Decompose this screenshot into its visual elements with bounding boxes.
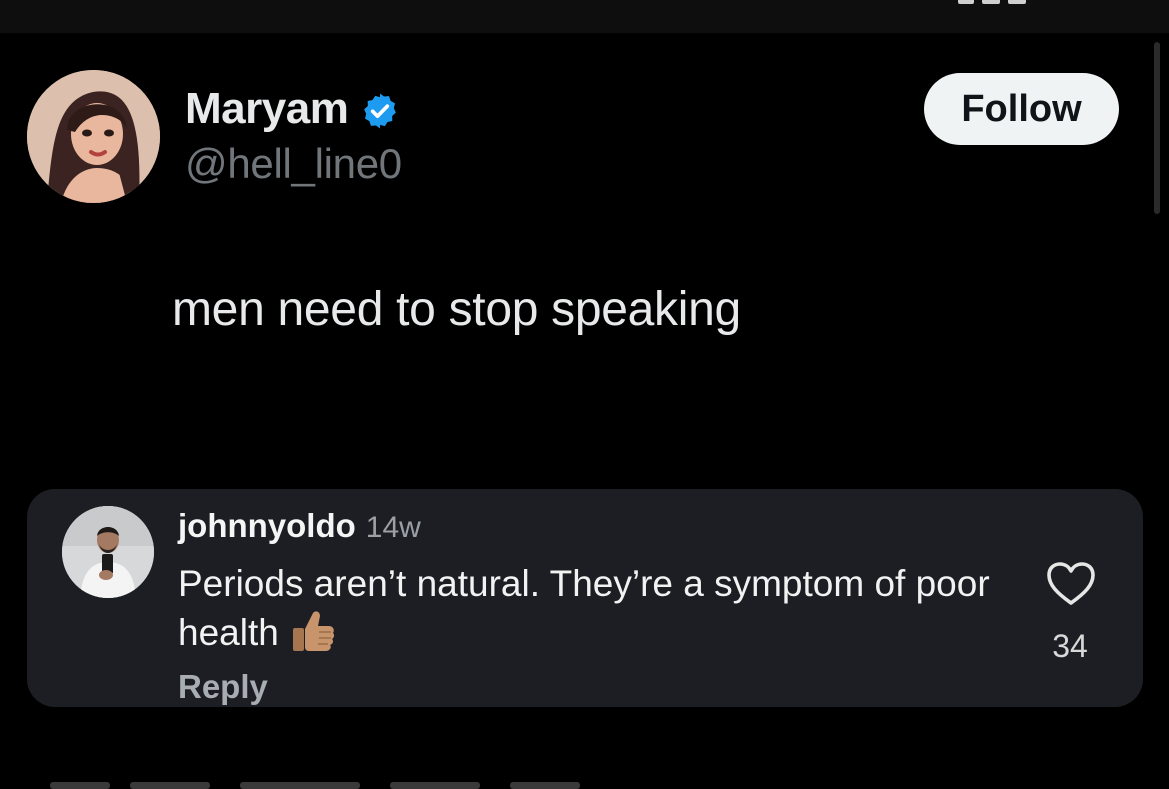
comment-body: Periods aren’t natural. They’re a sympto… <box>178 560 998 656</box>
next-row-peek <box>40 780 600 789</box>
like-count: 34 <box>1052 628 1088 664</box>
comment-timestamp: 14w <box>365 511 421 544</box>
author-avatar[interactable] <box>27 70 160 203</box>
post-text: men need to stop speaking <box>172 283 741 336</box>
post-screenshot: Maryam @hell_line0 Follow men need to st… <box>0 0 1169 789</box>
thumbs-up-icon <box>289 607 337 655</box>
scrollbar[interactable] <box>1154 42 1160 214</box>
follow-button[interactable]: Follow <box>924 73 1119 145</box>
heart-outline-icon[interactable] <box>1045 560 1097 608</box>
comment-username[interactable]: johnnyoldo <box>178 507 356 545</box>
author-handle[interactable]: @hell_line0 <box>185 140 402 188</box>
commenter-avatar[interactable] <box>62 506 154 598</box>
comment-meta: johnnyoldo 14w <box>178 507 421 545</box>
top-bar-logo-fragment <box>958 0 1028 5</box>
reply-button[interactable]: Reply <box>178 668 268 706</box>
author-display-name[interactable]: Maryam <box>185 84 349 134</box>
author-name-row: Maryam <box>185 84 400 134</box>
verified-badge-icon <box>360 91 400 131</box>
top-bar <box>0 0 1169 33</box>
